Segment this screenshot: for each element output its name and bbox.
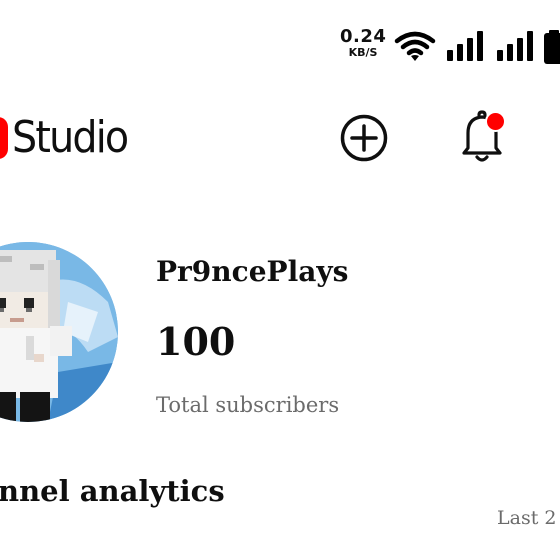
network-speed-unit: KB/S bbox=[348, 46, 378, 59]
network-speed-indicator: 0.24 KB/S bbox=[340, 26, 387, 59]
app-title: Studio bbox=[12, 112, 129, 163]
channel-analytics-heading: nnel analytics bbox=[0, 474, 225, 508]
notifications-icon bbox=[455, 110, 511, 170]
wifi-icon bbox=[394, 30, 436, 66]
signal-icon bbox=[446, 30, 486, 66]
notifications-button[interactable] bbox=[455, 108, 511, 166]
subscriber-count: 100 bbox=[156, 319, 236, 364]
analytics-date-range[interactable]: Last 2 bbox=[497, 504, 556, 532]
create-icon bbox=[338, 114, 390, 168]
subscriber-label: Total subscribers bbox=[156, 393, 340, 417]
studio-logo-icon bbox=[0, 117, 8, 159]
channel-name[interactable]: Pr9ncePlays bbox=[156, 252, 348, 292]
status-bar: 0.24 KB/S bbox=[336, 24, 560, 68]
unread-badge bbox=[485, 111, 506, 132]
network-speed-value: 0.24 bbox=[340, 26, 387, 47]
signal-icon bbox=[496, 30, 536, 66]
studio-dashboard-screen: 0.24 KB/S Studio Pr9ncePlays 100 Total s… bbox=[0, 0, 560, 560]
battery-icon bbox=[544, 30, 560, 68]
channel-avatar[interactable] bbox=[0, 242, 118, 422]
app-header: Studio bbox=[0, 100, 560, 180]
create-button[interactable] bbox=[338, 112, 390, 164]
